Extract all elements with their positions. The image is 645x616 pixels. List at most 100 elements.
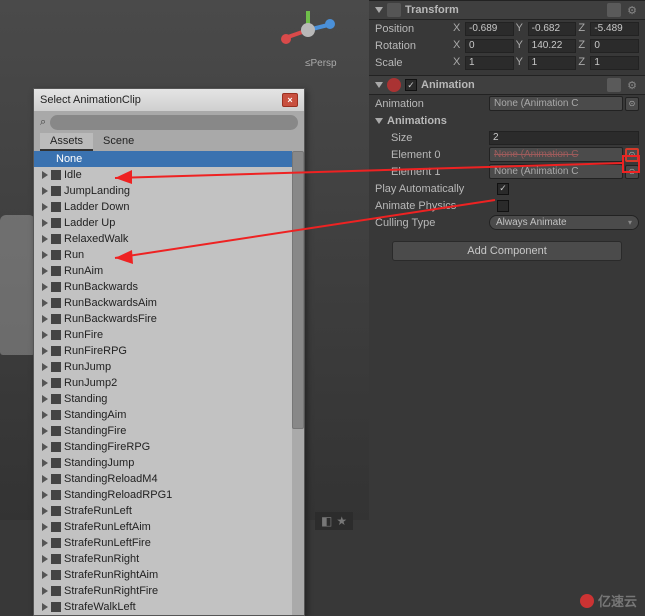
scale-x-field[interactable]: 1 — [465, 56, 514, 70]
pos-x-field[interactable]: -0.689 — [465, 22, 514, 36]
transform-header[interactable]: Transform ⚙ — [369, 0, 645, 20]
rot-z-field[interactable]: 0 — [590, 39, 639, 53]
culling-dropdown[interactable]: Always Animate▾ — [489, 215, 639, 230]
expand-icon — [42, 363, 48, 371]
animation-icon — [387, 78, 401, 92]
list-item[interactable]: StrafeRunLeft — [34, 503, 304, 519]
play-auto-checkbox[interactable]: ✓ — [497, 183, 509, 195]
list-item[interactable]: RunFire — [34, 327, 304, 343]
tab-scene[interactable]: Scene — [93, 133, 144, 151]
rot-y-field[interactable]: 140.22 — [528, 39, 577, 53]
clip-icon — [51, 234, 61, 244]
animate-physics-checkbox[interactable] — [497, 200, 509, 212]
foldout-icon — [375, 82, 383, 88]
pos-z-field[interactable]: -5.489 — [590, 22, 639, 36]
rot-x-field[interactable]: 0 — [465, 39, 514, 53]
expand-icon — [42, 491, 48, 499]
close-icon[interactable]: × — [282, 93, 298, 107]
clip-label: RunJump2 — [64, 377, 117, 389]
size-field[interactable]: 2 — [489, 131, 639, 145]
size-row: Size 2 — [369, 129, 645, 146]
list-item[interactable]: StrafeRunRightAim — [34, 567, 304, 583]
list-item[interactable]: RunFireRPG — [34, 343, 304, 359]
picker-list[interactable]: None IdleJumpLandingLadder DownLadder Up… — [34, 151, 304, 615]
scale-z-field[interactable]: 1 — [590, 56, 639, 70]
gear-icon[interactable]: ⚙ — [625, 3, 639, 17]
scene-gizmo[interactable] — [278, 5, 338, 55]
object-picker-button[interactable]: ⊙ — [625, 97, 639, 111]
pos-y-field[interactable]: -0.682 — [528, 22, 577, 36]
list-item[interactable]: Idle — [34, 167, 304, 183]
list-item[interactable]: RunJump2 — [34, 375, 304, 391]
list-item[interactable]: Ladder Down — [34, 199, 304, 215]
favorite-icon[interactable]: ★ — [336, 514, 347, 528]
list-item[interactable]: StrafeRunLeftFire — [34, 535, 304, 551]
picker-titlebar[interactable]: Select AnimationClip × — [34, 89, 304, 111]
clip-icon — [51, 298, 61, 308]
list-item[interactable]: RunJump — [34, 359, 304, 375]
scale-y-field[interactable]: 1 — [528, 56, 577, 70]
animations-header[interactable]: Animations — [369, 112, 645, 129]
list-item[interactable]: StandingFireRPG — [34, 439, 304, 455]
expand-icon — [42, 555, 48, 563]
animation-clip-field[interactable]: None (Animation C — [489, 96, 623, 111]
animation-header[interactable]: ✓ Animation ⚙ — [369, 75, 645, 95]
list-item[interactable]: Run — [34, 247, 304, 263]
expand-icon — [42, 395, 48, 403]
list-item[interactable]: StrafeRunRight — [34, 551, 304, 567]
expand-icon — [42, 251, 48, 259]
list-item[interactable]: RelaxedWalk — [34, 231, 304, 247]
scrollbar-thumb[interactable] — [292, 151, 304, 429]
clip-icon — [51, 586, 61, 596]
animation-title: Animation — [421, 79, 603, 91]
foldout-icon — [375, 7, 383, 13]
list-item[interactable]: StrafeRunRightFire — [34, 583, 304, 599]
clip-label: RunAim — [64, 265, 103, 277]
clip-icon — [51, 458, 61, 468]
element1-field[interactable]: None (Animation C — [489, 164, 623, 179]
element0-field[interactable]: None (Animation C — [489, 147, 623, 162]
help-icon[interactable] — [607, 3, 621, 17]
list-item[interactable]: RunBackwardsFire — [34, 311, 304, 327]
clip-label: RunBackwards — [64, 281, 138, 293]
scrollbar[interactable] — [292, 151, 304, 615]
clip-icon — [51, 410, 61, 420]
list-item[interactable]: RunBackwardsAim — [34, 295, 304, 311]
list-item-none[interactable]: None — [34, 151, 304, 167]
list-item[interactable]: Ladder Up — [34, 215, 304, 231]
list-item[interactable]: RunAim — [34, 263, 304, 279]
help-icon[interactable] — [607, 78, 621, 92]
gear-icon[interactable]: ⚙ — [625, 78, 639, 92]
tab-assets[interactable]: Assets — [40, 133, 93, 151]
animate-physics-label: Animate Physics — [375, 200, 497, 212]
list-item[interactable]: Standing — [34, 391, 304, 407]
add-component-button[interactable]: Add Component — [392, 241, 622, 261]
list-item[interactable]: StandingAim — [34, 407, 304, 423]
foldout-icon — [375, 118, 383, 124]
list-item[interactable]: StandingReloadRPG1 — [34, 487, 304, 503]
clip-icon — [51, 282, 61, 292]
list-item[interactable]: StandingJump — [34, 455, 304, 471]
list-item[interactable]: RunBackwards — [34, 279, 304, 295]
animations-label: Animations — [387, 115, 447, 127]
list-item[interactable]: StandingReloadM4 — [34, 471, 304, 487]
watermark-text: 亿速云 — [598, 591, 637, 610]
search-input[interactable] — [50, 115, 298, 130]
expand-icon — [42, 571, 48, 579]
list-item[interactable]: StrafeRunLeftAim — [34, 519, 304, 535]
slider-icon[interactable]: ◧ — [321, 514, 332, 528]
clip-label: RelaxedWalk — [64, 233, 128, 245]
animation-enable-checkbox[interactable]: ✓ — [405, 79, 417, 91]
clip-icon — [51, 202, 61, 212]
list-item[interactable]: StrafeWalkLeft — [34, 599, 304, 615]
clip-icon — [51, 522, 61, 532]
project-footer-icons[interactable]: ◧ ★ — [315, 512, 353, 530]
clip-icon — [51, 330, 61, 340]
list-item[interactable]: JumpLanding — [34, 183, 304, 199]
list-item[interactable]: StandingFire — [34, 423, 304, 439]
clip-icon — [51, 538, 61, 548]
expand-icon — [42, 427, 48, 435]
picker-title-text: Select AnimationClip — [40, 94, 141, 106]
clip-icon — [51, 378, 61, 388]
expand-icon — [42, 235, 48, 243]
